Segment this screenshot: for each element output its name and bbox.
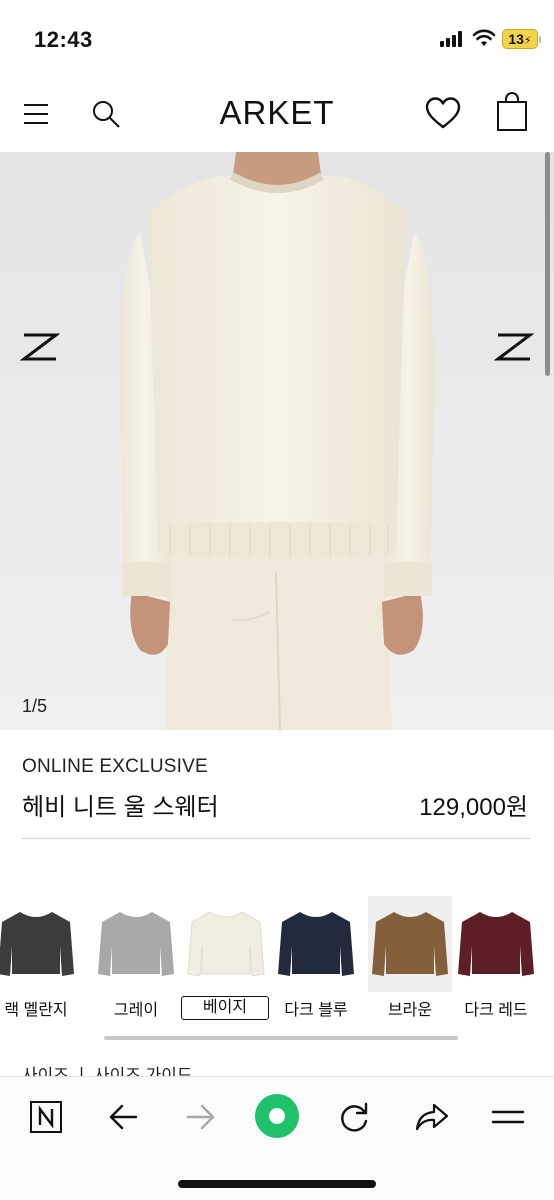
- swatch-shape: [458, 912, 534, 976]
- color-swatch-beige-selected[interactable]: 베이지: [181, 896, 269, 1020]
- battery-indicator: 13⚡: [502, 29, 541, 49]
- forward-arrow-icon[interactable]: [178, 1095, 222, 1139]
- cellular-signal-icon: [440, 31, 462, 47]
- swatch-shape: [187, 911, 265, 977]
- color-selector: 랙 멜란지 그레이 베이지 다크 블루 브라운 다크 레드: [0, 896, 554, 1026]
- sweater-thumbnail: [278, 912, 354, 976]
- divider: [22, 838, 530, 839]
- color-swatch-grey[interactable]: 그레이: [94, 896, 178, 1020]
- wishlist-heart-icon[interactable]: [424, 96, 462, 130]
- color-label: 다크 블루: [284, 1002, 348, 1019]
- home-indicator: [178, 1180, 376, 1188]
- swatch-scroll-indicator[interactable]: [104, 1036, 458, 1040]
- back-arrow-icon[interactable]: [102, 1095, 146, 1139]
- charging-bolt-icon: ⚡: [523, 35, 532, 47]
- sweater-thumbnail: [98, 912, 174, 976]
- color-label: 다크 레드: [464, 1002, 528, 1019]
- status-time: 12:43: [34, 27, 93, 52]
- sweater-thumbnail: [187, 911, 265, 977]
- brand-logo[interactable]: ARKET: [0, 94, 554, 132]
- site-header: ARKET: [0, 80, 554, 152]
- naver-icon[interactable]: [24, 1095, 68, 1139]
- color-swatch-brown[interactable]: 브라운: [368, 896, 452, 1020]
- battery-level: 13: [508, 31, 524, 47]
- wifi-icon: [472, 29, 496, 46]
- swatch-shape: [278, 912, 354, 976]
- menu-icon[interactable]: [486, 1095, 530, 1139]
- page-scrollbar[interactable]: [545, 152, 550, 376]
- product-photo: [0, 152, 554, 730]
- search-icon[interactable]: [90, 98, 122, 130]
- color-label: 그레이: [113, 1002, 159, 1019]
- product-title: 헤비 니트 울 스웨터: [22, 794, 219, 821]
- slide-counter: 1/5: [22, 696, 48, 716]
- color-swatch-dark-red[interactable]: 다크 레드: [454, 896, 538, 1020]
- swatch-shape: [98, 912, 174, 976]
- online-exclusive-label: ONLINE EXCLUSIVE: [22, 756, 208, 777]
- green-dot-icon[interactable]: [252, 1091, 302, 1141]
- sweater-thumbnail: [368, 896, 452, 992]
- product-image-carousel[interactable]: 1/5: [0, 152, 554, 730]
- color-label: 랙 멜란지: [4, 1002, 68, 1019]
- shopping-bag-icon[interactable]: [496, 92, 528, 132]
- next-image-arrow-icon[interactable]: [494, 332, 534, 362]
- sweater-thumbnail: [458, 912, 534, 976]
- share-icon[interactable]: [410, 1095, 454, 1139]
- color-swatch-black-melange[interactable]: 랙 멜란지: [0, 896, 78, 1020]
- swatch-shape: [0, 912, 74, 976]
- swatch-shape: [372, 912, 448, 976]
- product-price: 129,000원: [419, 794, 528, 821]
- menu-button[interactable]: [24, 102, 48, 126]
- sweater-thumbnail: [0, 912, 74, 976]
- size-guide-heading[interactable]: 사이즈 ㅣ 사이즈 가이드: [22, 1064, 193, 1076]
- previous-image-arrow-icon[interactable]: [20, 332, 60, 362]
- refresh-icon[interactable]: [332, 1095, 376, 1139]
- color-swatch-dark-blue[interactable]: 다크 블루: [274, 896, 358, 1020]
- status-bar: 12:43 13⚡: [0, 0, 554, 80]
- color-label-selected: 베이지: [181, 996, 269, 1020]
